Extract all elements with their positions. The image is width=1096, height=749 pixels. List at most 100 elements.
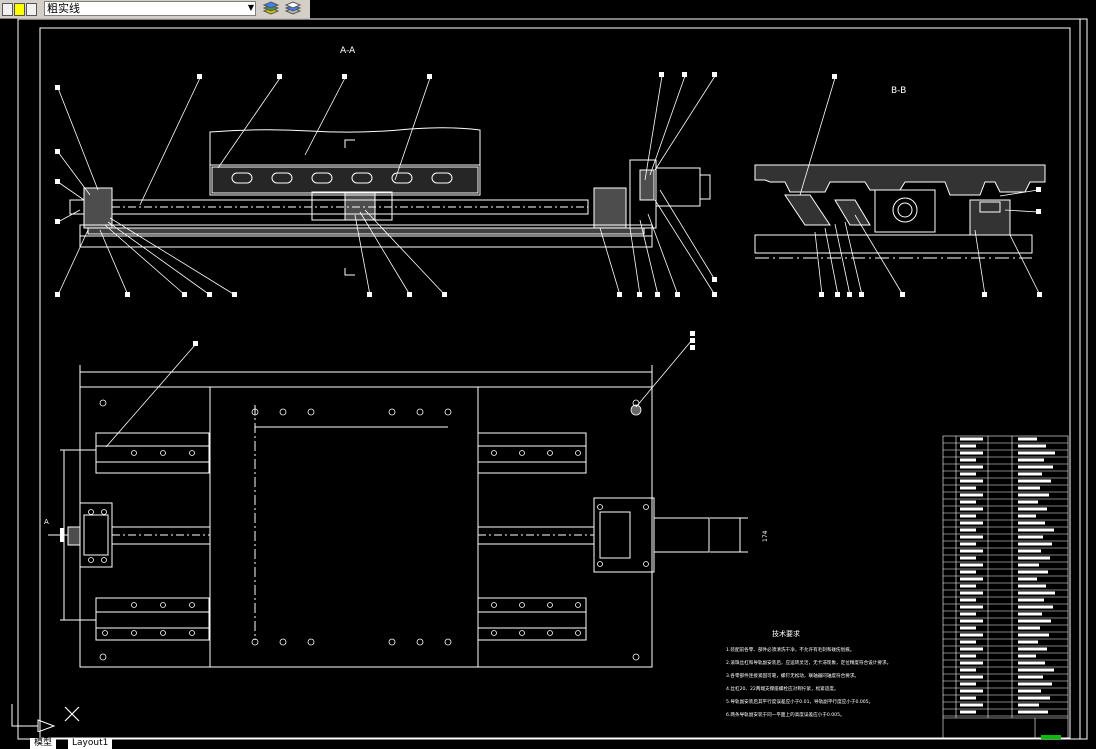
parts-list-cell-text (1018, 542, 1052, 546)
parts-list-cell-text (1018, 458, 1044, 462)
parts-list-cell-text (960, 647, 983, 651)
parts-list-cell-text (960, 633, 983, 637)
parts-list-cell-text (960, 500, 976, 504)
sheet-inner-border (39, 27, 1071, 739)
parts-list-cell-text (1018, 696, 1050, 700)
parts-list-cell-text (960, 451, 983, 455)
layout-tabs: 模型 Layout1 (30, 738, 330, 749)
parts-list-cell-text (960, 591, 983, 595)
parts-list-cell-text (960, 486, 976, 490)
parts-list-cell-text (960, 521, 983, 525)
parts-list-cell-text (960, 661, 983, 665)
parts-list-cell-text (1018, 577, 1037, 581)
parts-list-cell-text (1018, 451, 1055, 455)
parts-list-cell-text (1018, 703, 1039, 707)
parts-list-cell-text (960, 668, 976, 672)
parts-list-cell-text (960, 619, 983, 623)
parts-list-cell-text (960, 605, 983, 609)
tab-model[interactable]: 模型 (30, 738, 57, 749)
parts-list-cell-text (1018, 535, 1043, 539)
parts-list-cell-text (960, 654, 976, 658)
parts-list-cell-text (1018, 556, 1050, 560)
tech-req-line-4: 4.丝杠20、22两端支撑座螺栓应对称拧紧，松紧适度。 (726, 685, 839, 692)
tech-req-line-2: 2.滚珠丝杠和导轨副安装后，应运转灵活，无卡滞现象，定位精度符合设计要求。 (726, 659, 891, 666)
tech-req-line-1: 1.装配前各零、部件必须清洗干净，不允许有毛刺和碰伤划痕。 (726, 646, 854, 653)
parts-list-cell-text (960, 703, 983, 707)
parts-list-cell-text (960, 493, 983, 497)
parts-list-cell-text (960, 682, 976, 686)
drawing-canvas[interactable]: A-A B-B A 174 技术要求 1.装配前各零、部件必须清洗干净，不允许有… (0, 18, 1096, 749)
layer-current-name: 粗实线 (47, 2, 80, 15)
parts-list-cell-text (1018, 549, 1041, 553)
tech-req-line-6: 6.两条导轨副安装于同一平面上的高度误差应小于0.005。 (726, 711, 845, 718)
parts-list-cell-text (960, 563, 983, 567)
parts-list-cell-text (1018, 486, 1040, 490)
parts-list-cell-text (1018, 528, 1054, 532)
parts-list-cell-text (960, 710, 976, 714)
layer-state-icons[interactable] (2, 2, 44, 16)
section-aa-title: A-A (340, 46, 356, 56)
parts-list-cell-text (1018, 472, 1042, 476)
parts-list-cell-text (1018, 689, 1041, 693)
parts-list-cell-text (960, 570, 976, 574)
crosshair-cursor-icon (64, 706, 80, 722)
parts-list-cell-text (1018, 675, 1043, 679)
parts-list-cell-text (960, 514, 976, 518)
section-marker-a: A (44, 518, 49, 526)
section-bb-title: B-B (891, 86, 906, 96)
chevron-down-icon[interactable]: ▼ (246, 3, 256, 13)
parts-list-cell-text (960, 696, 976, 700)
lock-icon[interactable] (26, 3, 37, 16)
parts-list-cell-text (1018, 521, 1045, 525)
parts-list-cell-text (960, 626, 976, 630)
title-block-accent (1041, 735, 1061, 739)
tab-layout1[interactable]: Layout1 (68, 738, 113, 749)
parts-list-cell-text (960, 479, 983, 483)
parts-list-cell-text (1018, 584, 1046, 588)
parts-list-cell-text (960, 472, 976, 476)
parts-list-cell-text (1018, 619, 1051, 623)
parts-list-cell-text (1018, 570, 1048, 574)
parts-list-cell-text (1018, 563, 1039, 567)
layer-toolbar: 粗实线 ▼ (0, 0, 310, 19)
parts-list-cell-text (960, 675, 983, 679)
parts-list-cell-text (960, 584, 976, 588)
parts-list-cell-text (1018, 507, 1047, 511)
parts-list-cell-text (1018, 605, 1053, 609)
parts-list-cell-text (960, 549, 983, 553)
tech-requirements-title: 技术要求 (772, 629, 800, 638)
parts-list-cell-text (1018, 514, 1036, 518)
parts-list-cell-text (1018, 493, 1049, 497)
lightbulb-icon[interactable] (2, 3, 13, 16)
parts-list-cell-text (1018, 598, 1044, 602)
plan-view-holes (88, 399, 649, 661)
parts-list-cell-text (960, 444, 976, 448)
sun-icon[interactable] (14, 3, 25, 16)
parts-list-cell-text (1018, 591, 1055, 595)
parts-list-cell-text (1018, 479, 1051, 483)
dimension-174: 174 (762, 530, 769, 542)
layer-states-icon[interactable] (262, 1, 280, 16)
parts-list-cell-text (1018, 668, 1054, 672)
parts-list-cell-text (1018, 465, 1053, 469)
parts-list-cell-text (1018, 633, 1049, 637)
parts-list-cell-text (960, 556, 976, 560)
parts-list-cell-text (960, 640, 976, 644)
parts-list-cell-text (960, 437, 983, 441)
parts-list-cell-text (1018, 444, 1046, 448)
ucs-icon (11, 704, 56, 732)
section-bb-view (754, 164, 1046, 259)
parts-list-cell-text (1018, 654, 1036, 658)
layer-previous-icon[interactable] (284, 1, 302, 16)
parts-list-cell-text (960, 598, 976, 602)
parts-list-cell-text (960, 528, 976, 532)
parts-list-cell-text (1018, 710, 1048, 714)
tech-req-line-3: 3.各零部件连接紧固可靠，螺钉无松动，联轴器同轴度符合要求。 (726, 672, 859, 679)
parts-list-cell-text (1018, 626, 1040, 630)
layer-dropdown[interactable]: 粗实线 (44, 1, 256, 16)
parts-list-cell-text (1018, 612, 1042, 616)
parts-list-cell-text (960, 577, 983, 581)
parts-list-cell-text (1018, 661, 1045, 665)
parts-list-cell-text (960, 612, 976, 616)
parts-list-cell-text (1018, 682, 1052, 686)
